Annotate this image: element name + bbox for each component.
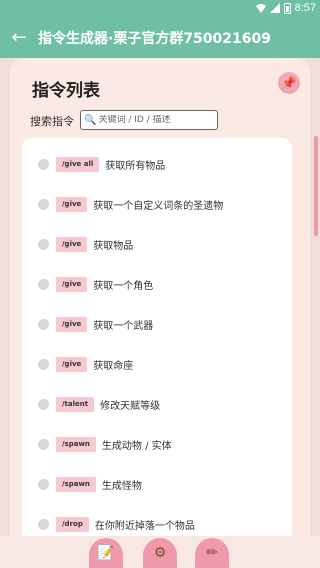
command-badge: /drop (56, 516, 89, 532)
command-desc: 获取所有物品 (105, 160, 166, 172)
list-item[interactable]: /spawn 生成怪物 (22, 472, 292, 496)
arrow-left-icon[interactable]: ← (0, 27, 38, 48)
gear-icon: ⚙ (153, 545, 167, 561)
radio-button[interactable] (38, 398, 49, 410)
list-item[interactable]: /give 获取命座 (22, 352, 292, 376)
edit-button[interactable]: ✏ (195, 538, 229, 568)
command-desc: 在你附近掉落一个物品 (94, 520, 195, 532)
command-badge: /give (56, 196, 88, 212)
main-card: 指令列表 📌 搜索指令 🔍 /give all 获取所有物品 /give 获取一… (10, 58, 310, 568)
radio-button[interactable] (38, 438, 49, 450)
search-icon: 🔍 (84, 114, 97, 126)
status-time: 8:57 (294, 2, 316, 14)
list-item[interactable]: /give 获取一个自定义词条的圣遗物 (22, 192, 292, 216)
command-badge: /give (56, 276, 88, 292)
list-item[interactable]: /talent 修改天赋等级 (22, 392, 292, 416)
command-desc: 获取物品 (93, 240, 134, 252)
command-badge: /give (56, 236, 88, 252)
signal-icon (269, 3, 280, 13)
command-badge: /talent (56, 396, 95, 412)
pencil-icon: ✏ (206, 545, 218, 561)
pushpin-icon: 📌 (281, 76, 297, 90)
list-item[interactable]: /give all 获取所有物品 (22, 152, 292, 176)
battery-icon (283, 2, 291, 14)
command-desc: 获取一个武器 (93, 320, 154, 332)
wifi-icon (255, 4, 266, 13)
radio-button[interactable] (38, 478, 49, 490)
radio-button[interactable] (38, 278, 49, 290)
list-item[interactable]: /give 获取物品 (22, 232, 292, 256)
list-item[interactable]: /spawn 生成动物 / 实体 (22, 432, 292, 456)
command-desc: 生成动物 / 实体 (101, 440, 172, 452)
scrollbar[interactable] (314, 136, 318, 236)
command-badge: /spawn (56, 436, 96, 452)
list-item[interactable]: /drop 在你附近掉落一个物品 (22, 512, 292, 536)
app-bar: ← 指令生成器·栗子官方群750021609 (0, 17, 320, 58)
settings-button[interactable]: ⚙ (143, 538, 177, 568)
radio-button[interactable] (38, 158, 49, 170)
command-desc: 生成怪物 (101, 480, 142, 492)
radio-button[interactable] (38, 358, 49, 370)
command-desc: 获取一个角色 (93, 280, 154, 292)
command-desc: 获取命座 (93, 360, 134, 372)
command-badge: /give (56, 356, 88, 372)
search-input[interactable] (98, 115, 211, 125)
search-box: 🔍 (80, 110, 218, 130)
search-label: 搜索指令 (30, 115, 74, 128)
radio-button[interactable] (38, 238, 49, 250)
status-icons: 8:57 (255, 2, 316, 14)
command-list: /give all 获取所有物品 /give 获取一个自定义词条的圣遗物 /gi… (22, 138, 292, 568)
pin-button[interactable]: 📌 (278, 72, 300, 94)
app-title: 指令生成器·栗子官方群750021609 (38, 30, 271, 47)
command-badge: /spawn (56, 476, 96, 492)
status-bar: 8:57 (0, 0, 320, 17)
radio-button[interactable] (38, 318, 49, 330)
page-title: 指令列表 (32, 81, 100, 101)
command-badge: /give (56, 316, 88, 332)
command-desc: 获取一个自定义词条的圣遗物 (93, 200, 224, 212)
radio-button[interactable] (38, 198, 49, 210)
list-item[interactable]: /give 获取一个角色 (22, 272, 292, 296)
notepad-icon: 📝 (97, 545, 115, 561)
radio-button[interactable] (38, 518, 49, 530)
notepad-button[interactable]: 📝 (89, 538, 123, 568)
command-desc: 修改天赋等级 (100, 400, 161, 412)
command-badge: /give all (56, 156, 100, 172)
list-item[interactable]: /give 获取一个武器 (22, 312, 292, 336)
